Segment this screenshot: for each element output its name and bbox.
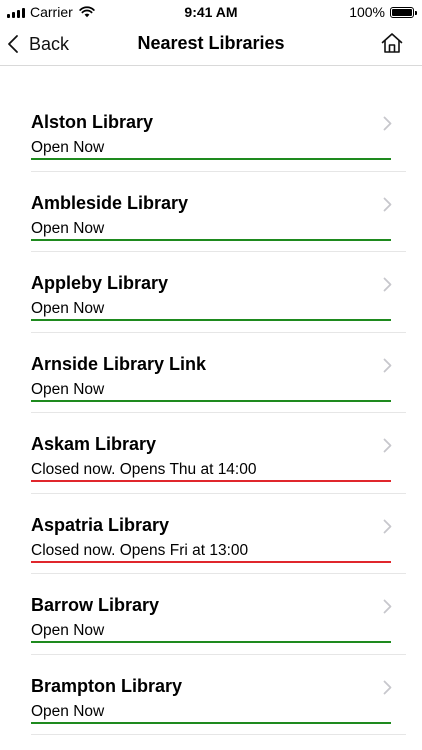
home-button[interactable] [380,31,404,55]
status-indicator-line [31,399,391,402]
status-indicator-line [31,319,391,321]
library-opening-status: Closed now. Opens Fri at 13:00 [31,541,249,559]
chevron-right-icon [383,277,392,292]
library-name: Barrow Library [31,595,160,615]
status-bar: Carrier 9:41 AM 100% [0,0,422,24]
library-list-item[interactable]: Alston Library Open Now [31,91,406,172]
library-name: Askam Library [31,434,157,454]
library-list-item[interactable]: Appleby Library Open Now [31,252,406,333]
chevron-right-icon [383,116,392,131]
library-name: Aspatria Library [31,514,170,535]
battery-icon [390,6,417,18]
battery-percentage: 100% [349,4,385,20]
library-list-item[interactable]: Askam Library Closed now. Opens Thu at 1… [31,413,406,494]
navigation-bar: Back Nearest Libraries [0,24,422,66]
library-name: Ambleside Library [31,192,189,213]
library-list-item[interactable]: Brampton Library Open Now [31,655,406,735]
screen: Carrier 9:41 AM 100% Back Nearest Librar… [0,0,422,750]
status-indicator-line [31,158,391,160]
page-title: Nearest Libraries [137,33,285,53]
chevron-right-icon [383,438,392,453]
library-name: Alston Library [31,112,154,132]
status-right: 100% [349,4,417,20]
library-opening-status: Open Now [31,300,105,317]
chevron-right-icon [383,197,392,212]
chevron-right-icon [383,358,392,373]
chevron-right-icon [383,599,392,614]
library-name: Appleby Library [31,273,169,293]
library-list-item[interactable]: Ambleside Library Open Now [31,172,406,252]
library-opening-status: Open Now [31,622,105,639]
library-list: Alston Library Open Now Ambleside Librar… [0,91,422,735]
status-indicator-line [31,480,391,482]
status-indicator-line [31,238,391,241]
library-list-item[interactable]: Aspatria Library Closed now. Opens Fri a… [31,494,406,574]
chevron-right-icon [383,680,392,695]
library-opening-status: Open Now [31,380,105,398]
library-opening-status: Open Now [31,139,105,156]
status-indicator-line [31,641,391,643]
chevron-right-icon [383,519,392,534]
library-opening-status: Closed now. Opens Thu at 14:00 [31,461,257,478]
home-icon [380,31,404,55]
library-name: Arnside Library Link [31,353,207,374]
library-name: Brampton Library [31,675,183,696]
status-indicator-line [31,560,391,563]
library-opening-status: Open Now [31,702,105,720]
library-list-item[interactable]: Barrow Library Open Now [31,574,406,655]
status-indicator-line [31,721,391,724]
library-opening-status: Open Now [31,219,105,237]
library-list-item[interactable]: Arnside Library Link Open Now [31,333,406,413]
